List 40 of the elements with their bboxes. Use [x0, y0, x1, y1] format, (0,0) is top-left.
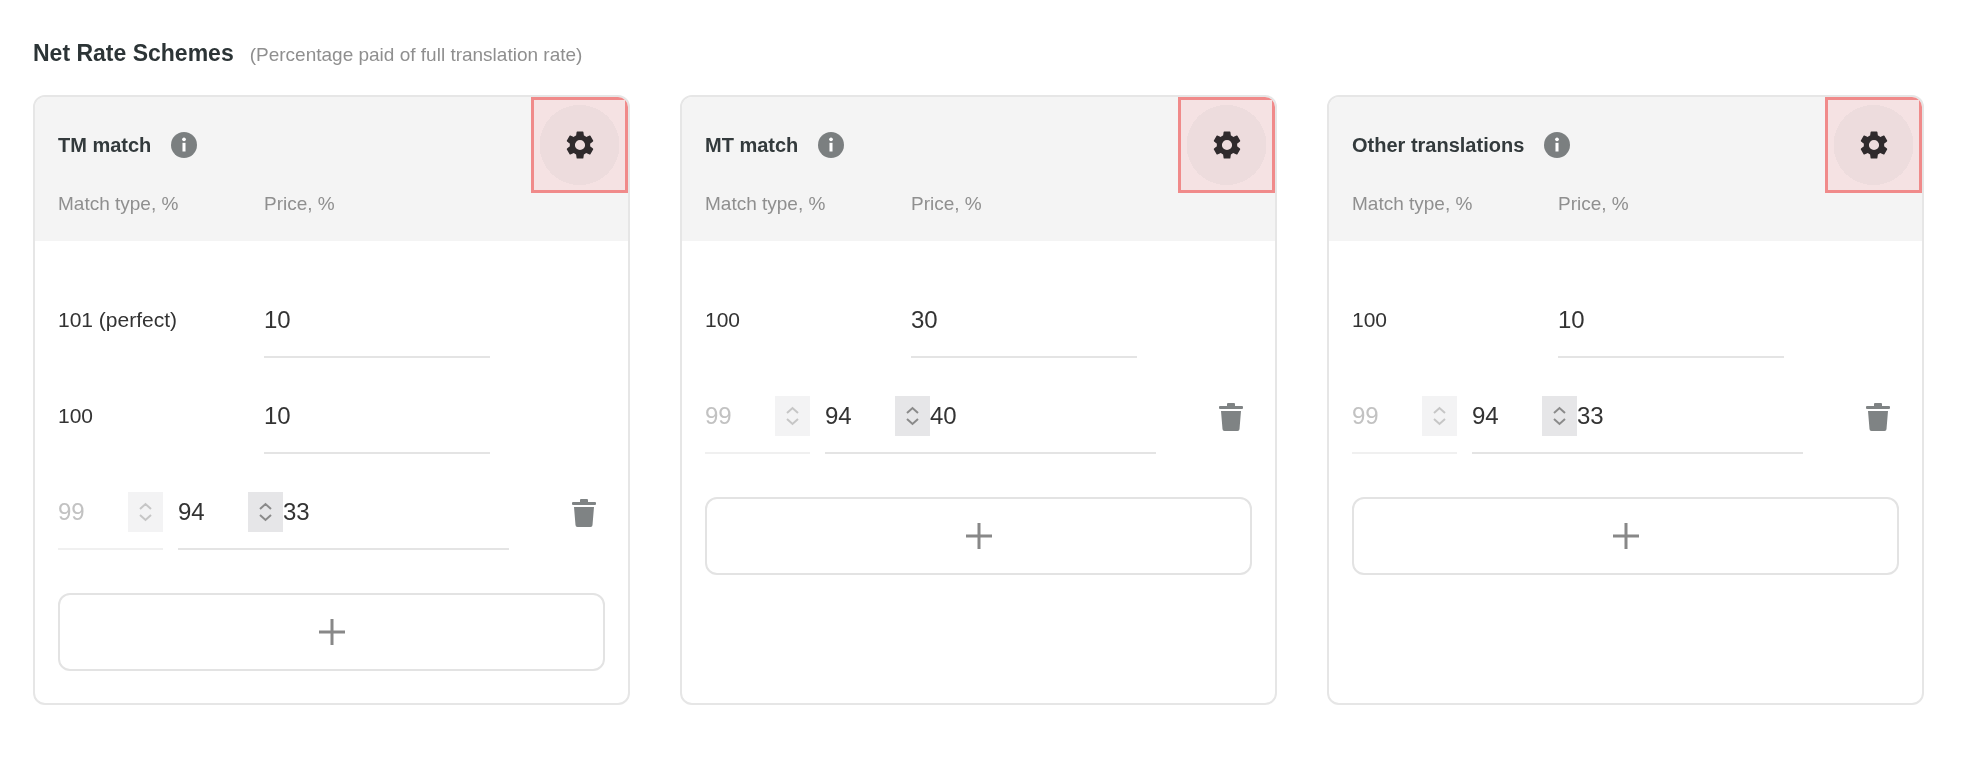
- price-field[interactable]: 10: [264, 283, 490, 358]
- card-title: MT match: [705, 133, 799, 157]
- match-type-label: 101 (perfect): [58, 307, 179, 332]
- spinner-icon[interactable]: [895, 395, 930, 436]
- settings-button[interactable]: [1178, 97, 1275, 193]
- card-title: TM match: [58, 133, 152, 157]
- match-type-label: 100: [705, 307, 742, 332]
- column-header: Price, %: [911, 193, 982, 215]
- price-field[interactable]: 33: [283, 475, 509, 550]
- spinner-icon[interactable]: [1542, 395, 1577, 436]
- plus-icon: [1610, 521, 1641, 551]
- delete-icon[interactable]: [572, 499, 596, 527]
- card-title: Other translations: [1352, 133, 1525, 157]
- match-type-label: 100: [58, 403, 95, 428]
- column-header: Match type, %: [1352, 193, 1474, 215]
- settings-button[interactable]: [1825, 97, 1922, 193]
- column-header: Price, %: [264, 193, 335, 215]
- price-field[interactable]: 10: [1558, 283, 1784, 358]
- info-icon[interactable]: [171, 132, 198, 158]
- column-header: Price, %: [1558, 193, 1629, 215]
- plus-icon: [963, 521, 994, 551]
- section-subtitle: (Percentage paid of full translation rate): [249, 44, 583, 66]
- delete-icon[interactable]: [1219, 403, 1243, 431]
- column-header: Match type, %: [705, 193, 827, 215]
- price-field[interactable]: 40: [930, 379, 1156, 454]
- info-icon[interactable]: [818, 132, 845, 158]
- info-icon[interactable]: [1544, 132, 1571, 158]
- range-to-field[interactable]: 94: [1472, 379, 1577, 454]
- column-header: Match type, %: [58, 193, 180, 215]
- price-field[interactable]: 30: [911, 283, 1137, 358]
- settings-button[interactable]: [531, 97, 628, 193]
- delete-icon[interactable]: [1866, 403, 1890, 431]
- match-type-label: 100: [1352, 307, 1389, 332]
- plus-icon: [316, 617, 347, 647]
- range-to-field[interactable]: 94: [178, 475, 283, 550]
- range-to-field[interactable]: 94: [825, 379, 930, 454]
- section-title: Net Rate Schemes: [33, 40, 234, 67]
- spinner-icon[interactable]: [248, 491, 283, 532]
- price-field[interactable]: 10: [264, 379, 490, 454]
- price-field[interactable]: 33: [1577, 379, 1803, 454]
